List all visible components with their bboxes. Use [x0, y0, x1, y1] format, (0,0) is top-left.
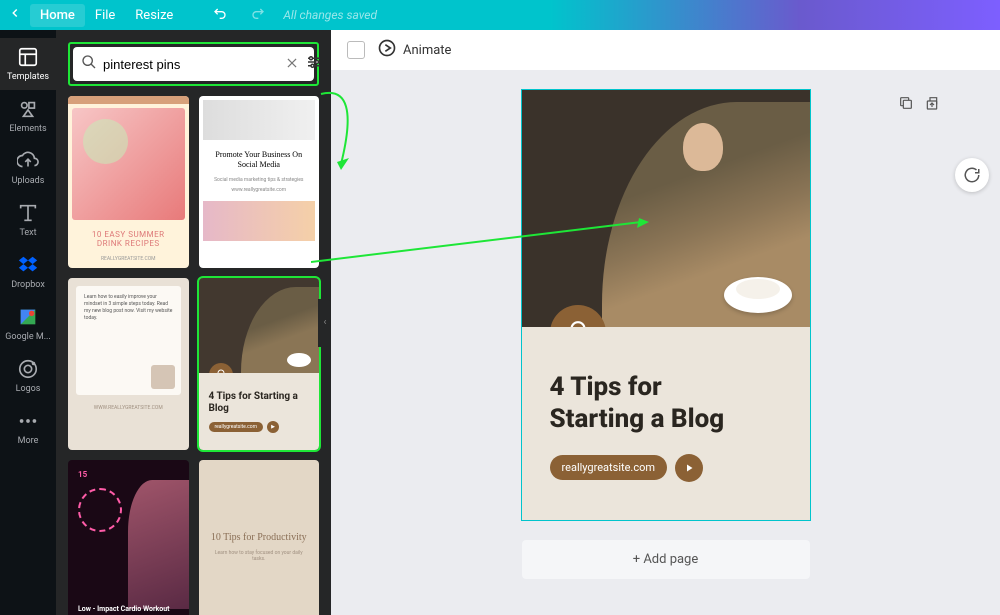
rail-templates-label: Templates — [7, 72, 49, 82]
redo-icon[interactable] — [239, 1, 275, 29]
rail-text-label: Text — [19, 228, 36, 238]
t2-sub: Social media marketing tips & strategies — [199, 177, 320, 187]
canvas-title-l2: Starting a Blog — [550, 404, 725, 434]
rail-elements[interactable]: Elements — [0, 90, 56, 142]
template-card-promote[interactable]: Promote Your Business On Social MediaSoc… — [199, 96, 320, 268]
t5-text: Low - Impact Cardio Workout — [78, 605, 170, 613]
template-card-recipes[interactable]: 10 EASY SUMMERDRINK RECIPES REALLYGREATSI… — [68, 96, 189, 268]
tool-rail: Templates Elements Uploads Text Dropbox … — [0, 30, 56, 615]
bell-icon — [209, 363, 233, 373]
rail-text[interactable]: Text — [0, 194, 56, 246]
search-input[interactable] — [103, 57, 279, 72]
t6-title: 10 Tips for Productivity — [211, 531, 307, 544]
rail-more[interactable]: More — [0, 402, 56, 454]
rail-dropbox-label: Dropbox — [11, 280, 45, 290]
t4-title: 4 Tips for Starting a Blog — [199, 373, 320, 421]
design-canvas[interactable]: 4 Tips forStarting a Blog reallygreatsit… — [522, 90, 810, 520]
search-highlight — [68, 42, 319, 86]
template-card-productivity[interactable]: 10 Tips for Productivity Learn how to sta… — [199, 460, 320, 615]
clear-icon[interactable] — [285, 55, 299, 74]
t6-sub: Learn how to stay focused on your daily … — [199, 550, 320, 562]
rail-dropbox[interactable]: Dropbox — [0, 246, 56, 298]
top-bar: Home File Resize All changes saved — [0, 0, 1000, 30]
collapse-panel-icon[interactable]: ‹ — [318, 299, 331, 347]
template-card-mindset[interactable]: Learn how to easily improve your mindset… — [68, 278, 189, 450]
t2-title: Promote Your Business On Social Media — [199, 144, 320, 177]
canvas-url-pill[interactable]: reallygreatsite.com — [550, 455, 668, 480]
t3-url: WWW.REALLYGREATSITE.COM — [76, 405, 181, 411]
canvas-toolbar: Animate — [331, 30, 1000, 70]
animate-label: Animate — [403, 43, 451, 58]
animate-button[interactable]: Animate — [377, 38, 451, 62]
canvas-bell-icon[interactable] — [550, 305, 606, 327]
filter-icon[interactable] — [305, 53, 323, 75]
nav-file[interactable]: File — [85, 4, 125, 27]
undo-icon[interactable] — [203, 1, 239, 29]
duplicate-page-icon[interactable] — [898, 95, 914, 115]
back-icon[interactable] — [8, 6, 22, 24]
template-card-workout[interactable]: 15 Low - Impact Cardio Workout — [68, 460, 189, 615]
nav-home[interactable]: Home — [30, 4, 85, 27]
canvas-title[interactable]: 4 Tips forStarting a Blog — [550, 371, 782, 436]
t1-line2: DRINK RECIPES — [97, 239, 160, 248]
t5-badge: 15 — [78, 470, 87, 479]
rail-logos-label: Logos — [16, 384, 41, 394]
canvas-play-icon[interactable] — [675, 454, 703, 482]
canvas-area: Animate 4 Tips forStarting a Blog really — [331, 30, 1000, 615]
reset-zoom-icon[interactable] — [955, 158, 989, 192]
rail-more-label: More — [18, 436, 39, 446]
t4-url: reallygreatsite.com — [209, 422, 264, 432]
search-icon — [81, 54, 97, 74]
rail-uploads-label: Uploads — [12, 176, 45, 186]
share-page-icon[interactable] — [924, 95, 940, 115]
search-box[interactable] — [73, 47, 314, 81]
template-card-blog-tips[interactable]: 4 Tips for Starting a Blogreallygreatsit… — [199, 278, 320, 450]
templates-panel: 10 EASY SUMMERDRINK RECIPES REALLYGREATSI… — [56, 30, 331, 615]
t2-url: www.reallygreatsite.com — [199, 187, 320, 197]
add-page-button[interactable]: + Add page — [522, 540, 810, 579]
rail-templates[interactable]: Templates — [0, 38, 56, 90]
rail-elements-label: Elements — [9, 124, 46, 134]
rail-uploads[interactable]: Uploads — [0, 142, 56, 194]
save-status: All changes saved — [283, 8, 377, 22]
animate-icon — [377, 38, 397, 62]
select-all-checkbox[interactable] — [347, 41, 365, 59]
canvas-title-l1: 4 Tips for — [550, 372, 662, 402]
t3-text: Learn how to easily improve your mindset… — [84, 294, 172, 321]
rail-google-maps[interactable]: Google M... — [0, 298, 56, 350]
play-icon: ▶ — [267, 421, 279, 433]
rail-google-label: Google M... — [5, 332, 51, 342]
t1-url: REALLYGREATSITE.COM — [68, 254, 189, 268]
nav-resize[interactable]: Resize — [125, 4, 183, 27]
t1-line1: 10 EASY SUMMER — [92, 230, 165, 239]
rail-logos[interactable]: Logos — [0, 350, 56, 402]
